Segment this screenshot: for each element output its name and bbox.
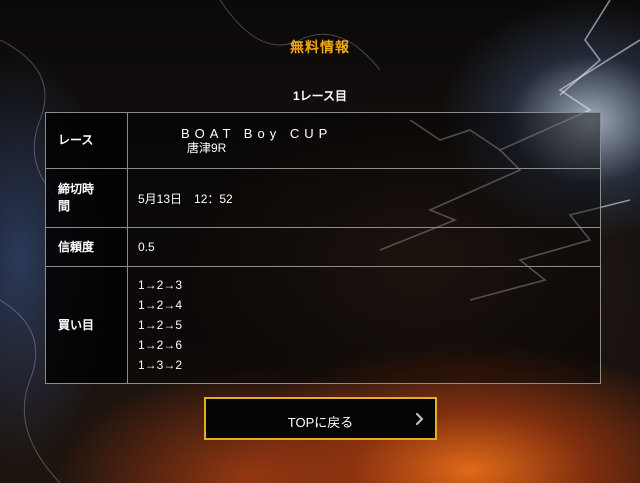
picks-row: 買い目 1→2→3 1→2→4 1→2→5 1→2→6 1→3→2: [45, 266, 601, 384]
race-row: レース BOAT Boy CUP 唐津9R: [45, 112, 601, 169]
pick-item: 1→2→4: [138, 298, 183, 312]
pick-item: 1→2→3: [138, 278, 183, 292]
race-title: 1レース目: [292, 89, 348, 103]
confidence-row: 信頼度 0.5: [45, 227, 601, 267]
confidence-value: 0.5: [127, 227, 601, 267]
pick-item: 1→3→2: [138, 358, 183, 372]
confidence-label: 信頼度: [45, 227, 128, 267]
deadline-label-line2: 間: [58, 199, 71, 213]
deadline-label-line1: 締切時: [58, 182, 95, 196]
picks-list: 1→2→3 1→2→4 1→2→5 1→2→6 1→3→2: [127, 266, 601, 384]
race-venue: 唐津9R: [187, 140, 227, 155]
back-to-top-button[interactable]: TOPに戻る: [204, 397, 437, 440]
race-label: レース: [45, 112, 128, 169]
deadline-value: 5月13日 12：52: [127, 168, 601, 228]
picks-label: 買い目: [45, 266, 128, 384]
back-to-top-label: TOPに戻る: [287, 415, 354, 430]
chevron-right-icon: [415, 413, 424, 425]
race-info-table: レース BOAT Boy CUP 唐津9R 締切時 間 5月13日 12：52 …: [45, 112, 601, 384]
pick-item: 1→2→5: [138, 318, 183, 332]
free-info-section: 無料情報 1レース目 レース BOAT Boy CUP 唐津9R 締切時 間 5…: [0, 0, 640, 483]
pick-item: 1→2→6: [138, 338, 183, 352]
deadline-row: 締切時 間 5月13日 12：52: [45, 168, 601, 228]
race-value-cell: BOAT Boy CUP 唐津9R: [127, 112, 601, 169]
race-name: BOAT Boy CUP: [181, 125, 333, 141]
deadline-label: 締切時 間: [45, 168, 128, 228]
section-title: 無料情報: [290, 39, 350, 55]
